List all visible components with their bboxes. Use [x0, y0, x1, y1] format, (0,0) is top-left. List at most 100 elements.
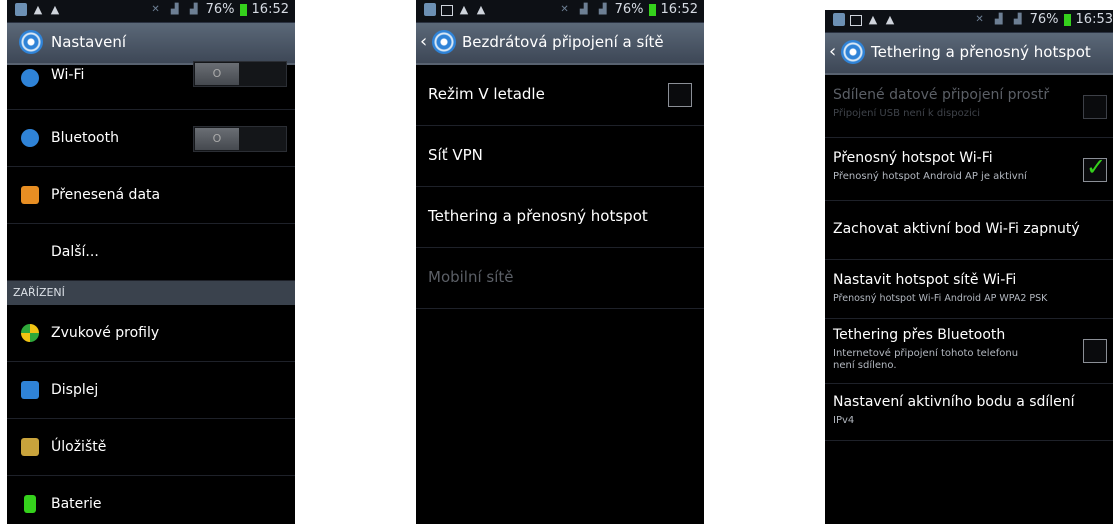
sound-profiles-icon	[21, 324, 39, 342]
action-bar[interactable]: ‹ Bezdrátová připojení a sítě	[416, 23, 704, 65]
list-item-configure-hotspot[interactable]: Nastavit hotspot sítě Wi-Fi Přenosný hot…	[825, 260, 1113, 319]
battery-percent: 76%	[614, 2, 644, 17]
status-bar: ▲ ▲ ✕ ▟ ▟ 76% 16:52	[7, 0, 295, 23]
list-item-vpn[interactable]: Síť VPN	[416, 126, 704, 187]
status-bar: ▲ ▲ ✕ ▟ ▟ 76% 16:52	[416, 0, 704, 23]
list-item-label: Nastavit hotspot sítě Wi-Fi	[833, 272, 1017, 288]
warning-icon: ▲	[476, 3, 486, 16]
storage-icon	[21, 438, 39, 456]
signal-icon: ▟	[189, 4, 198, 15]
battery-icon	[1063, 13, 1071, 26]
action-bar[interactable]: ‹ Tethering a přenosný hotspot	[825, 33, 1113, 75]
list-item-usb-tethering: Sdílené datové připojení prostř Připojen…	[825, 75, 1113, 138]
list-item-label: Bluetooth	[51, 130, 119, 146]
list-item-summary: Internetové připojení tohoto telefonu	[833, 348, 1019, 359]
mute-icon: ✕	[975, 14, 984, 25]
clock: 16:52	[251, 2, 289, 17]
list-item-label: Přenesená data	[51, 187, 161, 203]
list-item-hotspot-sharing-settings[interactable]: Nastavení aktivního bodu a sdílení IPv4	[825, 384, 1113, 441]
battery-settings-icon	[24, 495, 36, 513]
airplane-mode-checkbox[interactable]	[668, 83, 692, 107]
page-title: Bezdrátová připojení a sítě	[462, 33, 664, 51]
bluetooth-tethering-checkbox[interactable]	[1083, 339, 1107, 363]
display-icon	[21, 381, 39, 399]
list-item-label: Přenosný hotspot Wi-Fi	[833, 150, 993, 166]
wifi-toggle[interactable]: O	[193, 61, 287, 87]
back-chevron-icon[interactable]: ‹	[829, 41, 836, 62]
list-item-label: Wi-Fi	[51, 67, 85, 83]
phone-settings: ▲ ▲ ✕ ▟ ▟ 76% 16:52 Nastavení Wi-Fi O Bl…	[7, 0, 295, 524]
list-item-tethering[interactable]: Tethering a přenosný hotspot	[416, 187, 704, 248]
action-bar: Nastavení	[7, 23, 295, 65]
list-item-wifi[interactable]: Wi-Fi O	[7, 61, 295, 110]
warning-icon: ▲	[459, 3, 469, 16]
list-item-label: Úložiště	[51, 439, 107, 455]
wifi-hotspot-checkbox[interactable]: ✓	[1083, 153, 1107, 182]
warning-icon: ▲	[868, 13, 878, 26]
list-item-bluetooth[interactable]: Bluetooth O	[7, 110, 295, 167]
settings-gear-icon	[841, 40, 865, 64]
list-item-display[interactable]: Displej	[7, 362, 295, 419]
settings-gear-icon	[432, 30, 456, 54]
back-chevron-icon[interactable]: ‹	[420, 31, 427, 52]
settings-list: Wi-Fi O Bluetooth O Přenesená data Další…	[7, 61, 295, 524]
settings-gear-icon	[19, 30, 43, 54]
clock: 16:53	[1075, 12, 1113, 27]
warning-icon: ▲	[885, 13, 895, 26]
wireless-list: Režim V letadle Síť VPN Tethering a přen…	[416, 65, 704, 309]
list-item-summary: Připojení USB není k dispozici	[833, 108, 981, 119]
section-header: ZAŘÍZENÍ	[7, 281, 295, 305]
list-item-storage[interactable]: Úložiště	[7, 419, 295, 476]
warning-icon: ▲	[33, 3, 43, 16]
list-item-wifi-hotspot[interactable]: Přenosný hotspot Wi-Fi Přenosný hotspot …	[825, 138, 1113, 201]
battery-percent: 76%	[1029, 12, 1059, 27]
list-item-label: Mobilní sítě	[428, 268, 514, 286]
list-item-sound-profiles[interactable]: Zvukové profily	[7, 305, 295, 362]
list-item-label: Zachovat aktivní bod Wi-Fi zapnutý	[833, 221, 1080, 237]
list-item-data-usage[interactable]: Přenesená data	[7, 167, 295, 224]
list-item-summary: Přenosný hotspot Wi-Fi Android AP WPA2 P…	[833, 293, 1048, 304]
tethering-list: Sdílené datové připojení prostř Připojen…	[825, 75, 1113, 441]
mute-icon: ✕	[560, 4, 569, 15]
list-item-battery[interactable]: Baterie	[7, 476, 295, 524]
list-item-bluetooth-tethering[interactable]: Tethering přes Bluetooth Internetové při…	[825, 319, 1113, 384]
phone-tethering: ▲ ▲ ✕ ▟ ▟ 76% 16:53 ‹ Tethering a přenos…	[825, 10, 1113, 524]
list-item-label: Baterie	[51, 496, 102, 512]
battery-percent: 76%	[205, 2, 235, 17]
bluetooth-icon	[21, 129, 39, 147]
signal-icon: ▟	[1013, 14, 1022, 25]
page-title: Nastavení	[51, 33, 127, 51]
status-bar: ▲ ▲ ✕ ▟ ▟ 76% 16:53	[825, 10, 1113, 33]
list-item-label: Tethering přes Bluetooth	[833, 327, 1006, 343]
clock: 16:52	[660, 2, 698, 17]
list-item-label: Displej	[51, 382, 99, 398]
list-item-more[interactable]: Další...	[7, 224, 295, 281]
signal-icon: ▟	[994, 14, 1003, 25]
signal-icon: ▟	[598, 4, 607, 15]
image-icon	[850, 14, 862, 26]
notification-icon	[424, 3, 436, 16]
phone-wireless-networks: ▲ ▲ ✕ ▟ ▟ 76% 16:52 ‹ Bezdrátová připoje…	[416, 0, 704, 524]
wifi-icon	[21, 69, 39, 87]
bluetooth-toggle[interactable]: O	[193, 126, 287, 152]
warning-icon: ▲	[50, 3, 60, 16]
list-item-keep-hotspot-on[interactable]: Zachovat aktivní bod Wi-Fi zapnutý	[825, 201, 1113, 260]
list-item-airplane-mode[interactable]: Režim V letadle	[416, 65, 704, 126]
battery-icon	[239, 3, 247, 16]
image-icon	[441, 4, 453, 16]
list-item-label: Tethering a přenosný hotspot	[428, 207, 648, 225]
notification-icon	[15, 3, 27, 16]
battery-icon	[648, 3, 656, 16]
list-item-label: Síť VPN	[428, 146, 483, 164]
list-item-label: Sdílené datové připojení prostř	[833, 87, 1050, 103]
list-item-label: Další...	[51, 244, 99, 260]
usb-tethering-checkbox	[1083, 95, 1107, 119]
signal-icon: ▟	[170, 4, 179, 15]
list-item-label: Režim V letadle	[428, 85, 545, 103]
page-title: Tethering a přenosný hotspot	[871, 43, 1091, 61]
list-item-summary: IPv4	[833, 415, 855, 426]
list-item-summary: Přenosný hotspot Android AP je aktivní	[833, 171, 1027, 182]
notification-icon	[833, 13, 845, 26]
list-item-mobile-networks: Mobilní sítě	[416, 248, 704, 309]
mute-icon: ✕	[151, 4, 160, 15]
